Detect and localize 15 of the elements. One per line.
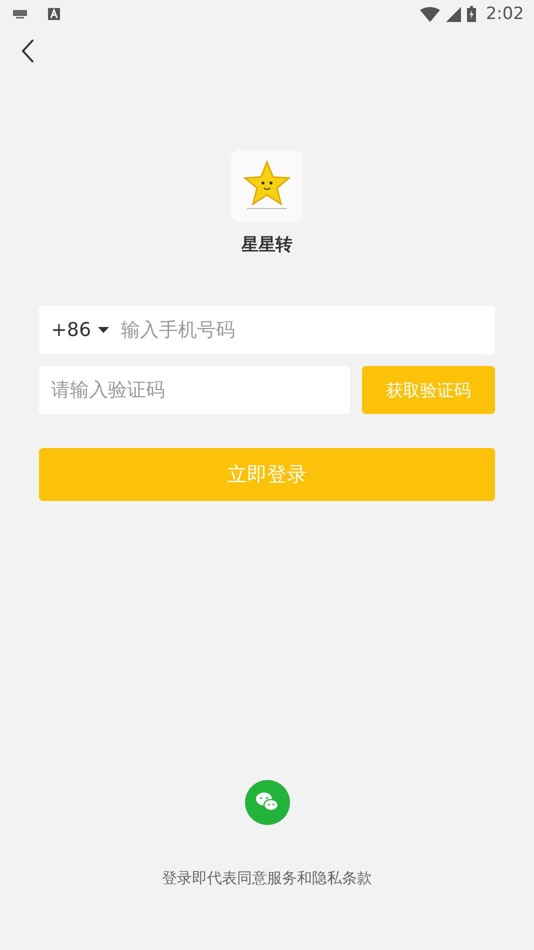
country-code[interactable]: +86 <box>51 319 92 341</box>
code-field[interactable]: 请输入验证码 <box>39 366 350 414</box>
wechat-icon[interactable] <box>244 780 290 825</box>
dropdown-caret-icon[interactable] <box>98 327 110 333</box>
wifi-icon <box>420 6 440 22</box>
star-logo-icon <box>231 150 303 222</box>
phone-field[interactable]: +86 输入手机号码 <box>39 306 495 354</box>
battery-icon <box>466 6 476 22</box>
back-icon[interactable] <box>21 39 35 63</box>
font-icon <box>48 8 60 20</box>
app-name: 星星转 <box>242 234 292 256</box>
signal-icon <box>446 6 461 22</box>
keyboard-icon <box>12 9 28 19</box>
terms-text[interactable]: 登录即代表同意服务和隐私条款 <box>162 869 372 888</box>
status-time: 2:02 <box>486 4 524 24</box>
